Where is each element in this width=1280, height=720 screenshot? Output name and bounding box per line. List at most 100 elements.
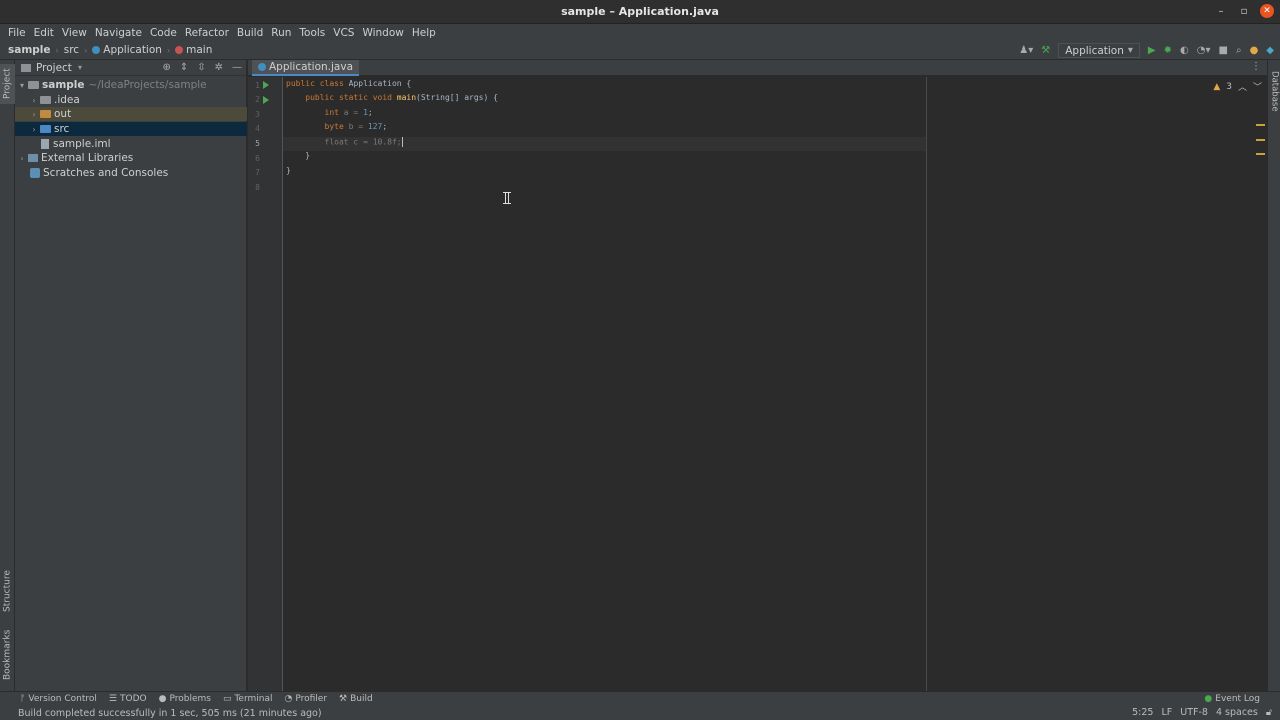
code-line-current: float c = 10.8f;: [283, 137, 926, 151]
tool-version-control[interactable]: ᚠ Version Control: [20, 694, 97, 704]
tool-terminal[interactable]: ▭ Terminal: [223, 694, 273, 704]
run-gutter-icon[interactable]: [263, 96, 269, 104]
chevron-right-icon[interactable]: ›: [29, 125, 39, 134]
line-separator[interactable]: LF: [1161, 707, 1172, 718]
chevron-right-icon[interactable]: ›: [29, 96, 39, 105]
status-bar: Build completed successfully in 1 sec, 5…: [0, 706, 1280, 720]
chevron-right-icon: ›: [84, 45, 88, 55]
tree-item-label: External Libraries: [41, 152, 134, 164]
editor-gutter: 1 2 3 4 5 6 7 8: [248, 77, 283, 691]
code-line: }: [286, 151, 311, 160]
tree-item-src[interactable]: › src: [15, 122, 247, 136]
chevron-down-icon[interactable]: ﹀: [1253, 80, 1262, 93]
chevron-up-icon[interactable]: ︿: [1238, 80, 1247, 93]
search-icon[interactable]: ⌕: [1236, 45, 1242, 56]
tool-problems[interactable]: ● Problems: [159, 694, 211, 704]
tool-event-log[interactable]: ● Event Log: [1204, 694, 1260, 704]
tool-tab-project[interactable]: Project: [0, 64, 15, 104]
plugin-logo-icon[interactable]: ◆: [1266, 45, 1274, 56]
menu-help[interactable]: Help: [408, 27, 440, 39]
gear-icon[interactable]: ✲: [215, 62, 223, 73]
expand-all-icon[interactable]: ⇕: [180, 62, 188, 73]
stop-icon[interactable]: ■: [1219, 45, 1228, 56]
build-hammer-icon[interactable]: ⚒: [1041, 45, 1050, 56]
chevron-right-icon[interactable]: ›: [17, 154, 27, 163]
maximize-icon[interactable]: ▫: [1237, 4, 1251, 18]
library-icon: [28, 154, 38, 162]
chevron-right-icon: ›: [166, 45, 171, 55]
chevron-down-icon[interactable]: ▾: [78, 63, 82, 72]
warning-icon: ▲: [1213, 81, 1221, 92]
terminal-icon: ▭: [222, 694, 232, 704]
inspection-widget[interactable]: ▲ 3 ︿ ﹀: [1213, 80, 1262, 94]
project-panel-title[interactable]: Project: [36, 62, 72, 74]
tool-tab-bookmarks[interactable]: Bookmarks: [0, 627, 15, 683]
menu-refactor[interactable]: Refactor: [181, 27, 233, 39]
run-icon[interactable]: ▶: [1148, 45, 1156, 56]
tree-item-label: src: [54, 123, 70, 135]
file-icon: [41, 139, 49, 149]
breadcrumb-src[interactable]: src: [64, 44, 79, 56]
class-icon: [92, 46, 101, 54]
tab-label: Application.java: [269, 61, 354, 73]
tree-item-sample[interactable]: ▾ sample ~/IdeaProjects/sample: [15, 78, 247, 92]
breadcrumb-method[interactable]: main: [175, 44, 212, 56]
tool-tab-structure[interactable]: Structure: [0, 565, 15, 617]
collapse-all-icon[interactable]: ⇳: [197, 62, 205, 73]
menu-vcs[interactable]: VCS: [329, 27, 358, 39]
hide-icon[interactable]: —: [232, 62, 242, 73]
tool-build[interactable]: ⚒ Build: [339, 694, 373, 704]
minimize-icon[interactable]: –: [1214, 4, 1228, 18]
warning-stripe[interactable]: [1256, 153, 1265, 155]
tree-item-external-libraries[interactable]: › External Libraries: [15, 151, 247, 165]
tree-item-scratches[interactable]: Scratches and Consoles: [15, 166, 247, 180]
run-configuration-label: Application: [1065, 44, 1124, 57]
profile-icon[interactable]: ◔▾: [1197, 45, 1211, 56]
run-gutter-icon[interactable]: [263, 81, 269, 89]
tree-item-idea[interactable]: › .idea: [15, 93, 247, 107]
updates-icon[interactable]: ●: [1250, 45, 1259, 56]
warning-stripe[interactable]: [1256, 139, 1265, 141]
menu-tools[interactable]: Tools: [295, 27, 329, 39]
breadcrumb-project[interactable]: sample: [8, 44, 51, 56]
chevron-down-icon[interactable]: ▾: [17, 81, 27, 90]
menu-run[interactable]: Run: [267, 27, 295, 39]
code-line: public class Application {: [286, 79, 412, 88]
warning-stripe[interactable]: [1256, 124, 1265, 126]
user-icon[interactable]: ♟▾: [1019, 45, 1033, 56]
tab-application-java[interactable]: Application.java: [252, 60, 360, 76]
code-editor[interactable]: public class Application { public static…: [283, 77, 1267, 691]
indent-setting[interactable]: 4 spaces: [1216, 707, 1258, 718]
menu-view[interactable]: View: [58, 27, 91, 39]
tool-todo[interactable]: ☰ TODO: [109, 694, 147, 704]
lock-icon[interactable]: 🔓︎: [1266, 707, 1272, 718]
project-panel-tools: ⊕ ⇕ ⇳ ✲ —: [162, 62, 242, 73]
tree-item-out[interactable]: › out: [15, 107, 247, 121]
breadcrumb-class[interactable]: Application: [92, 44, 162, 56]
menu-edit[interactable]: Edit: [30, 27, 58, 39]
menu-code[interactable]: Code: [146, 27, 181, 39]
more-icon[interactable]: ⋮: [1251, 61, 1261, 72]
menu-file[interactable]: File: [4, 27, 30, 39]
folder-icon: [40, 96, 51, 104]
problems-icon: ●: [158, 694, 167, 704]
status-message[interactable]: Build completed successfully in 1 sec, 5…: [18, 708, 322, 719]
folder-icon: [28, 81, 39, 89]
run-configuration-select[interactable]: Application ▾: [1058, 43, 1140, 58]
menu-navigate[interactable]: Navigate: [91, 27, 146, 39]
coverage-icon[interactable]: ◐: [1180, 45, 1189, 56]
menu-build[interactable]: Build: [233, 27, 267, 39]
menu-window[interactable]: Window: [358, 27, 407, 39]
chevron-right-icon[interactable]: ›: [29, 110, 39, 119]
locate-icon[interactable]: ⊕: [162, 62, 170, 73]
debug-icon[interactable]: ✹: [1164, 45, 1172, 56]
bottom-tool-bar: ᚠ Version Control ☰ TODO ● Problems ▭ Termin…: [0, 691, 1280, 706]
close-icon[interactable]: ✕: [1260, 4, 1274, 18]
tool-tab-database[interactable]: Database: [1268, 66, 1280, 116]
tree-item-iml[interactable]: sample.iml: [15, 137, 247, 151]
caret-position[interactable]: 5:25: [1132, 707, 1153, 718]
toolbar-right: ♟▾ ⚒ Application ▾ ▶ ✹ ◐ ◔▾ ■ ⌕ ● ◆: [1019, 43, 1274, 58]
line-number: 1: [255, 81, 260, 90]
tool-profiler[interactable]: ◔ Profiler: [285, 694, 328, 704]
file-encoding[interactable]: UTF-8: [1180, 707, 1208, 718]
